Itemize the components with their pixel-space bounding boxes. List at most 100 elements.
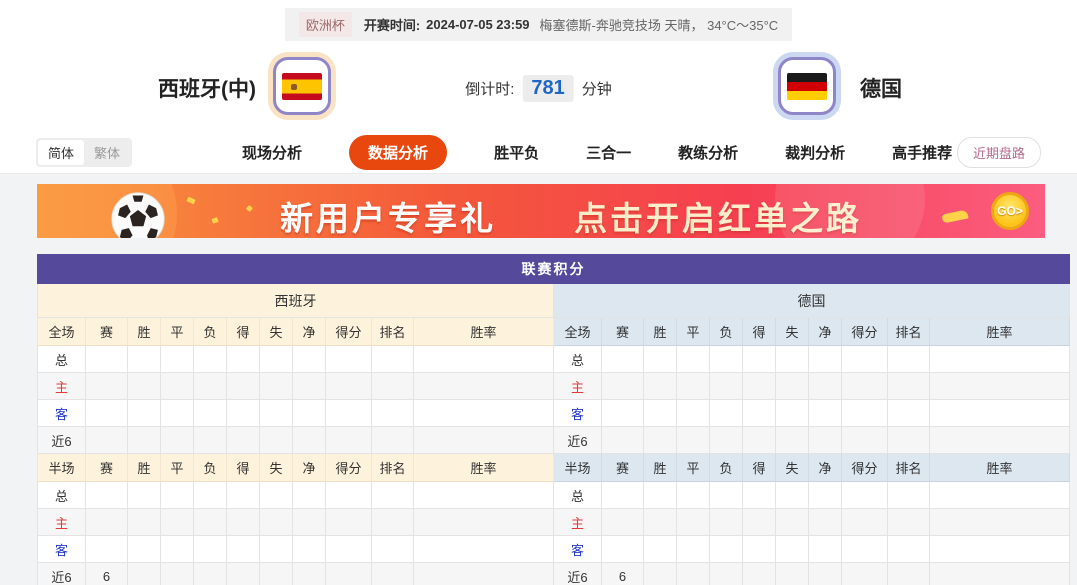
stat-value-cell [710, 427, 743, 454]
stat-value-cell: 6 [602, 563, 644, 585]
table-row: 西班牙德国 [38, 284, 1070, 318]
stat-value-cell [776, 373, 809, 400]
stat-value-cell [677, 536, 710, 563]
stat-header-cell: 胜 [128, 454, 161, 482]
stat-value-cell [372, 373, 414, 400]
lang-simplified[interactable]: 简体 [38, 140, 84, 165]
stat-value-cell [677, 373, 710, 400]
stat-value-cell [128, 400, 161, 427]
stat-header-cell: 净 [293, 318, 326, 346]
stat-value-cell [260, 373, 293, 400]
stat-value-cell [677, 482, 710, 509]
period-header-cell: 半场 [38, 454, 86, 482]
tab-data-analysis[interactable]: 数据分析 [349, 135, 447, 170]
stat-value-cell [227, 400, 260, 427]
stat-value-cell [161, 536, 194, 563]
stat-value-cell [776, 536, 809, 563]
stat-value-cell [260, 536, 293, 563]
tab-three-in-one[interactable]: 三合一 [586, 142, 631, 163]
stat-value-cell [293, 563, 326, 585]
tab-expert-picks[interactable]: 高手推荐 [892, 142, 952, 163]
stat-value-cell [677, 400, 710, 427]
stat-value-cell [326, 346, 372, 373]
stat-value-cell [842, 427, 888, 454]
home-flag-badge [273, 57, 331, 115]
tab-coach-analysis[interactable]: 教练分析 [678, 142, 738, 163]
stat-value-cell [227, 373, 260, 400]
stat-value-cell [888, 563, 930, 585]
stat-value-cell [293, 427, 326, 454]
stat-value-cell [227, 509, 260, 536]
stat-value-cell [326, 427, 372, 454]
stat-header-cell: 负 [194, 454, 227, 482]
row-label-cell: 主 [38, 509, 86, 536]
stat-value-cell [930, 373, 1070, 400]
stat-header-cell: 胜 [128, 318, 161, 346]
stat-value-cell [293, 346, 326, 373]
home-team-name: 西班牙(中) [158, 73, 256, 103]
stat-value-cell [602, 400, 644, 427]
stat-value-cell [194, 346, 227, 373]
stat-value-cell [710, 400, 743, 427]
countdown-label: 倒计时: [465, 78, 514, 99]
team-header-away: 德国 [554, 284, 1070, 318]
confetti-icon [211, 217, 218, 224]
go-button[interactable]: GO> [991, 192, 1029, 230]
stat-value-cell [260, 482, 293, 509]
stat-value-cell [644, 373, 677, 400]
stat-value-cell [743, 536, 776, 563]
tab-win-draw-lose[interactable]: 胜平负 [494, 142, 539, 163]
stat-value-cell [809, 373, 842, 400]
stat-value-cell [743, 482, 776, 509]
stat-value-cell [293, 400, 326, 427]
stat-value-cell [86, 400, 128, 427]
lang-traditional[interactable]: 繁体 [84, 140, 130, 165]
nav-tabs: 现场分析 数据分析 胜平负 三合一 教练分析 裁判分析 高手推荐 [242, 135, 952, 170]
stat-value-cell [86, 509, 128, 536]
stat-value-cell [260, 346, 293, 373]
stat-value-cell [710, 563, 743, 585]
stat-value-cell [888, 482, 930, 509]
recent-odds-button[interactable]: 近期盘路 [957, 137, 1041, 168]
tab-live-analysis[interactable]: 现场分析 [242, 142, 302, 163]
stat-value-cell [326, 536, 372, 563]
stat-value-cell [372, 346, 414, 373]
stat-value-cell [930, 346, 1070, 373]
stat-value-cell [888, 400, 930, 427]
tab-referee-analysis[interactable]: 裁判分析 [785, 142, 845, 163]
stat-value-cell [809, 346, 842, 373]
stat-value-cell [677, 563, 710, 585]
stat-value-cell [194, 373, 227, 400]
table-row: 主主 [38, 373, 1070, 400]
stat-value-cell [743, 509, 776, 536]
stat-value-cell [809, 509, 842, 536]
banner-title: 新用户专享礼 [280, 192, 496, 238]
stat-value-cell [842, 509, 888, 536]
stat-value-cell [842, 536, 888, 563]
stat-header-cell: 得分 [326, 454, 372, 482]
stat-value-cell [227, 536, 260, 563]
stat-header-cell: 排名 [888, 454, 930, 482]
stat-value-cell [414, 509, 554, 536]
promo-banner[interactable]: 新用户专享礼 点击开启红单之路 GO> [37, 184, 1045, 238]
stat-value-cell [414, 536, 554, 563]
period-header-cell: 全场 [554, 318, 602, 346]
period-header-cell: 半场 [554, 454, 602, 482]
stat-header-cell: 排名 [372, 454, 414, 482]
stat-value-cell [677, 427, 710, 454]
stat-value-cell [128, 482, 161, 509]
stat-value-cell [293, 482, 326, 509]
row-label-cell: 主 [554, 509, 602, 536]
row-label-cell: 近6 [38, 563, 86, 585]
venue-weather: 梅塞德斯-奔驰竞技场 天晴， 34°C～35°C [540, 15, 779, 34]
stat-header-cell: 失 [776, 318, 809, 346]
away-flag-badge [778, 57, 836, 115]
stat-header-cell: 赛 [602, 454, 644, 482]
kickoff-time: 2024-07-05 23:59 [426, 17, 529, 32]
stat-value-cell [293, 509, 326, 536]
table-row: 总总 [38, 482, 1070, 509]
stat-value-cell [86, 346, 128, 373]
germany-flag-icon [787, 73, 827, 100]
table-row: 近66近66 [38, 563, 1070, 585]
stat-header-cell: 平 [677, 318, 710, 346]
